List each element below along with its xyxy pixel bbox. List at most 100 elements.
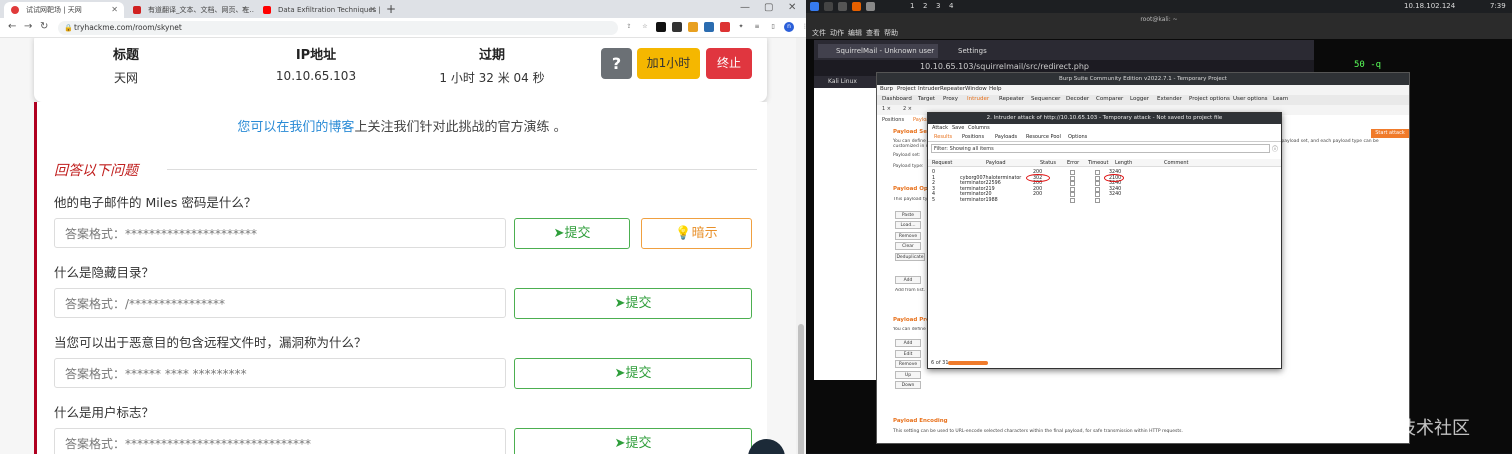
tab-resource-pool[interactable]: Resource Pool: [1026, 134, 1061, 140]
table-row[interactable]: 4 terminator20 200 3240: [928, 192, 1281, 197]
extension-icon[interactable]: [656, 22, 666, 32]
tab-comparer[interactable]: Comparer: [1096, 96, 1123, 102]
col-error[interactable]: Error: [1067, 160, 1079, 166]
load-button[interactable]: Load...: [895, 221, 921, 229]
scrollbar-thumb[interactable]: [798, 324, 804, 454]
close-window-icon[interactable]: ✕: [788, 2, 796, 13]
help-button[interactable]: ?: [601, 48, 632, 79]
submit-button[interactable]: ➤提交: [514, 358, 752, 389]
terminate-button[interactable]: 终止: [706, 48, 752, 79]
remove-button[interactable]: Remove: [895, 232, 921, 240]
blog-link[interactable]: 您可以在我们的博客: [237, 120, 354, 135]
tab-results[interactable]: Results: [934, 134, 952, 140]
reload-icon[interactable]: ↻: [40, 21, 48, 32]
answer-input[interactable]: 答案格式：****** **** *********: [54, 358, 506, 388]
app-icon[interactable]: [866, 2, 875, 11]
reading-list-icon[interactable]: ≡: [752, 22, 762, 32]
menu-columns[interactable]: Columns: [968, 125, 990, 131]
tab-skynet[interactable]: 试试网靶场 | 天网 ✕: [4, 2, 124, 18]
menu-project[interactable]: Project: [897, 86, 916, 92]
bookmark-star-icon[interactable]: ☆: [640, 22, 650, 32]
proc-up-button[interactable]: Up: [895, 371, 921, 379]
table-row[interactable]: 2 terminator22596 200 3240: [928, 181, 1281, 186]
tab-intruder[interactable]: Intruder: [967, 96, 989, 102]
menu-help[interactable]: 帮助: [884, 28, 898, 38]
menu-view[interactable]: 查看: [866, 28, 880, 38]
tab-sequencer[interactable]: Sequencer: [1031, 96, 1060, 102]
close-icon[interactable]: ✕: [241, 5, 248, 14]
proc-add-button[interactable]: Add: [895, 339, 921, 347]
tab-project-options[interactable]: Project options: [1189, 96, 1230, 102]
col-length[interactable]: Length: [1115, 160, 1132, 166]
tab-extender[interactable]: Extender: [1157, 96, 1182, 102]
tab-squirrelmail[interactable]: SquirrelMail - Unknown user: [818, 44, 938, 58]
extension-icon[interactable]: [688, 22, 698, 32]
tab-positions[interactable]: Positions: [962, 134, 984, 140]
help-icon[interactable]: ⓘ: [1272, 144, 1278, 153]
address-bar[interactable]: 🔒 tryhackme.com/room/skynet: [58, 21, 618, 35]
bookmark-kali[interactable]: Kali Linux: [828, 78, 857, 85]
col-timeout[interactable]: Timeout: [1088, 160, 1108, 166]
close-icon[interactable]: ✕: [369, 5, 376, 14]
workspace-4[interactable]: 4: [949, 2, 953, 10]
tab-youdao[interactable]: 有道翻译_文本、文档、网页、在... ✕: [126, 2, 254, 18]
workspace-3[interactable]: 3: [936, 2, 940, 10]
firefox-url[interactable]: 10.10.65.103/squirrelmail/src/redirect.p…: [920, 62, 1089, 71]
firefox-icon[interactable]: [852, 2, 861, 11]
col-payload[interactable]: Payload: [986, 160, 1006, 166]
sidebar-icon[interactable]: ▯: [768, 22, 778, 32]
minimize-icon[interactable]: —: [740, 2, 750, 13]
menu-attack[interactable]: Attack: [932, 125, 948, 131]
table-row[interactable]: 3 terminator219 200 3240: [928, 186, 1281, 192]
back-icon[interactable]: ←: [8, 21, 16, 32]
new-tab-button[interactable]: +: [386, 2, 396, 16]
workspace-1[interactable]: 1: [910, 2, 914, 10]
proc-edit-button[interactable]: Edit: [895, 350, 921, 358]
forward-icon[interactable]: →: [24, 21, 32, 32]
deduplicate-button[interactable]: Deduplicate: [895, 253, 925, 261]
clear-button[interactable]: Clear: [895, 242, 921, 250]
tab-proxy[interactable]: Proxy: [943, 96, 958, 102]
submit-button[interactable]: ➤提交: [514, 288, 752, 319]
menu-help[interactable]: Help: [989, 86, 1002, 92]
subtab-2[interactable]: 2 ×: [903, 106, 912, 112]
submit-button[interactable]: ➤提交: [514, 218, 630, 249]
avatar[interactable]: n: [784, 22, 794, 32]
menu-edit[interactable]: 编辑: [848, 28, 862, 38]
proc-remove-button[interactable]: Remove: [895, 360, 921, 368]
menu-repeater[interactable]: Repeater: [940, 86, 965, 92]
menu-file[interactable]: 文件: [812, 28, 826, 38]
folder-icon[interactable]: [838, 2, 847, 11]
answer-input[interactable]: 答案格式：**********************: [54, 218, 506, 248]
menu-action[interactable]: 动作: [830, 28, 844, 38]
extension-icon[interactable]: [720, 22, 730, 32]
table-row[interactable]: 5 terminator1988: [928, 197, 1281, 203]
paste-button[interactable]: Paste: [895, 211, 921, 219]
kali-menu-icon[interactable]: [810, 2, 819, 11]
col-comment[interactable]: Comment: [1164, 160, 1189, 166]
table-row[interactable]: 0 200 3240: [928, 170, 1281, 175]
answer-input[interactable]: 答案格式：/****************: [54, 288, 506, 318]
proc-down-button[interactable]: Down: [895, 381, 921, 389]
extension-icon[interactable]: [672, 22, 682, 32]
menu-save[interactable]: Save: [952, 125, 964, 131]
maximize-icon[interactable]: ▢: [764, 2, 773, 13]
filter-bar[interactable]: Filter: Showing all items: [931, 144, 1270, 153]
tab-user-options[interactable]: User options: [1233, 96, 1268, 102]
tab-positions[interactable]: Positions: [882, 117, 904, 123]
terminal-icon[interactable]: [824, 2, 833, 11]
puzzle-icon[interactable]: ✦: [736, 22, 746, 32]
tab-repeater[interactable]: Repeater: [999, 96, 1024, 102]
add-button[interactable]: Add: [895, 276, 921, 284]
answer-input[interactable]: 答案格式：*******************************: [54, 428, 506, 454]
close-icon[interactable]: ✕: [111, 5, 118, 14]
tab-settings[interactable]: Settings: [940, 44, 1030, 58]
tab-target[interactable]: Target: [918, 96, 935, 102]
workspace-2[interactable]: 2: [923, 2, 927, 10]
col-request[interactable]: Request: [932, 160, 952, 166]
subtab-1[interactable]: 1 ×: [882, 106, 891, 112]
add-hour-button[interactable]: 加1小时: [637, 48, 700, 79]
extension-icon[interactable]: [704, 22, 714, 32]
tab-logger[interactable]: Logger: [1130, 96, 1149, 102]
tab-learn[interactable]: Learn: [1273, 96, 1288, 102]
